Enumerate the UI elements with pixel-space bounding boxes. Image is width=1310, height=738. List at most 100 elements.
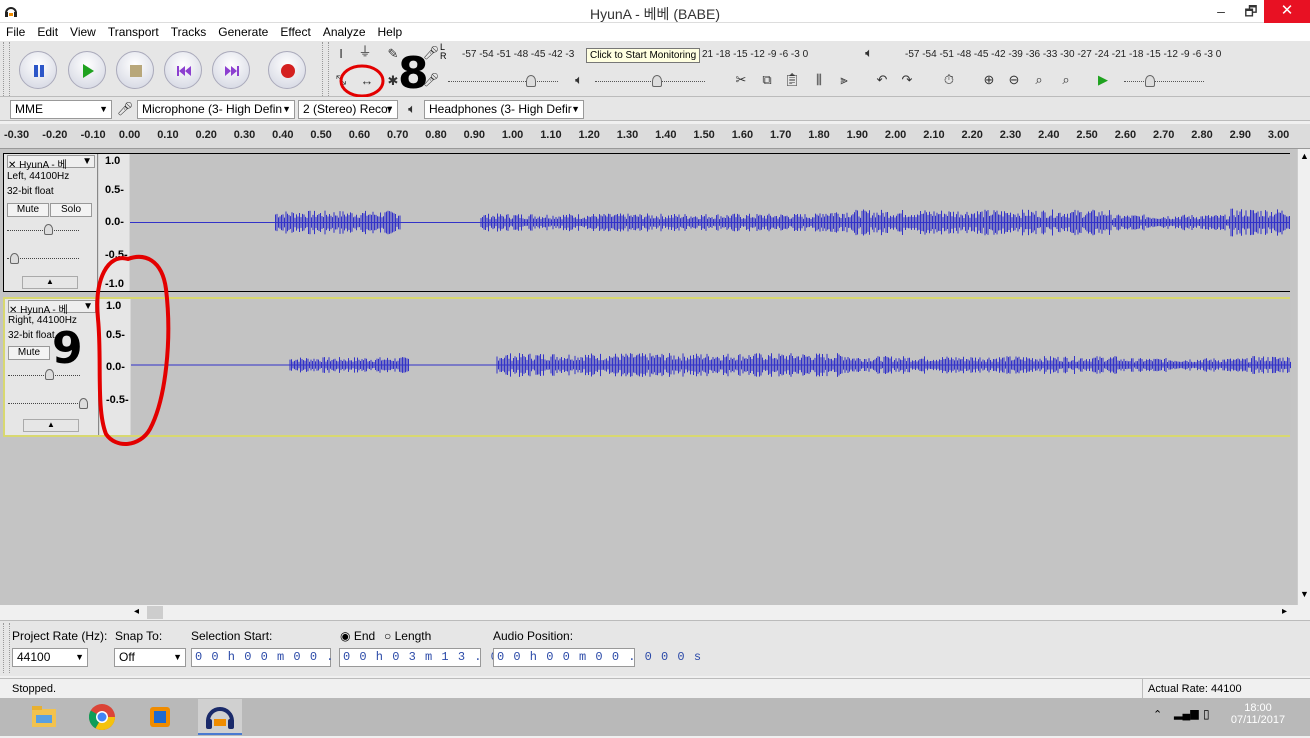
playback-volume-thumb[interactable] xyxy=(652,75,662,87)
maximize-button[interactable]: 🗗 xyxy=(1236,0,1266,23)
recording-device-select[interactable]: Microphone (3- High Defin ▼ xyxy=(137,100,295,119)
pan-slider[interactable] xyxy=(8,403,80,404)
selection-tool-icon[interactable]: I xyxy=(332,45,350,63)
play-meter-speaker-icon[interactable]: 🔈︎ xyxy=(860,44,878,62)
media-player-taskbar-button[interactable] xyxy=(138,699,182,735)
channels-select[interactable]: 2 (Stereo) Recor ▼ xyxy=(298,100,398,119)
track-name-button[interactable]: ✕ HyunA - 베 ▼ xyxy=(8,300,96,316)
record-button[interactable] xyxy=(268,51,306,89)
audacity-taskbar-button[interactable] xyxy=(198,699,242,735)
waveform-left[interactable] xyxy=(130,154,1290,291)
audio-position-field[interactable]: 0 0 h 0 0 m 0 0 . 0 0 0 s xyxy=(493,648,701,667)
playback-device-select[interactable]: Headphones (3- High Defir ▼ xyxy=(424,100,584,119)
trim-icon[interactable]: ⫼ xyxy=(810,71,828,89)
timeline-ruler[interactable]: -0.30 -0.20 -0.10 0.00 0.10 0.20 0.30 0.40 0.50 0… xyxy=(0,124,1310,149)
toolbar-grip[interactable] xyxy=(3,623,10,673)
collapse-track-button[interactable]: ▲ xyxy=(23,419,79,432)
scroll-up-icon[interactable]: ▲ xyxy=(1300,151,1309,161)
network-icon[interactable]: ▂▄▆ xyxy=(1174,707,1199,720)
recording-volume-slider[interactable] xyxy=(448,81,558,82)
track-name-button[interactable]: ✕ HyunA - 베 ▼ xyxy=(7,155,95,171)
chrome-taskbar-button[interactable] xyxy=(80,699,124,735)
collapse-track-button[interactable]: ▲ xyxy=(22,276,78,289)
end-radio[interactable]: ◉ End xyxy=(340,629,375,643)
fit-selection-icon[interactable]: ⌕ xyxy=(1030,71,1048,89)
menu-file[interactable]: File xyxy=(0,23,31,39)
menu-help[interactable]: Help xyxy=(372,23,409,39)
scroll-thumb[interactable] xyxy=(147,606,163,619)
folder-icon xyxy=(32,706,56,727)
track-left[interactable]: ✕ HyunA - 베 ▼ Left, 44100Hz 32-bit float … xyxy=(3,153,1290,292)
gain-slider[interactable] xyxy=(7,230,79,231)
selection-start-field[interactable]: 0 0 h 0 0 m 0 0 . 0 0 0 s xyxy=(191,648,399,667)
stop-button[interactable] xyxy=(116,51,154,89)
menu-effect[interactable]: Effect xyxy=(274,23,316,39)
chevron-down-icon: ▼ xyxy=(282,104,291,114)
tools-grip[interactable] xyxy=(322,42,329,96)
menu-tracks[interactable]: Tracks xyxy=(165,23,213,39)
file-explorer-taskbar-button[interactable] xyxy=(22,699,66,735)
undo-icon[interactable]: ↶ xyxy=(873,71,891,89)
menu-edit[interactable]: Edit xyxy=(31,23,64,39)
close-track-icon[interactable]: ✕ xyxy=(8,160,16,171)
record-meter-scale[interactable]: -57 -54 -51 -48 -45 -42 -3 xyxy=(462,49,574,60)
pan-thumb[interactable] xyxy=(10,253,19,264)
menu-analyze[interactable]: Analyze xyxy=(317,23,372,39)
tray-chevron-icon[interactable]: ⌃ xyxy=(1153,708,1162,721)
minimize-button[interactable]: – xyxy=(1206,0,1236,23)
gain-thumb[interactable] xyxy=(44,224,53,235)
pan-thumb[interactable] xyxy=(79,398,88,409)
ruler-tick: 1.40 xyxy=(655,129,677,141)
playback-device-value: Headphones (3- High Defir xyxy=(429,102,572,116)
waveform-right[interactable] xyxy=(131,299,1291,435)
gain-slider[interactable] xyxy=(8,375,80,376)
silence-icon[interactable]: ⫸ xyxy=(835,71,853,89)
record-meter-scale-tail[interactable]: 21 -18 -15 -12 -9 -6 -3 0 xyxy=(702,49,808,60)
redo-icon[interactable]: ↷ xyxy=(898,71,916,89)
menu-view[interactable]: View xyxy=(64,23,102,39)
pause-button[interactable] xyxy=(19,51,57,89)
taskbar-clock[interactable]: 18:00 07/11/2017 xyxy=(1228,702,1288,726)
horizontal-scrollbar[interactable]: ◂ ▸ xyxy=(0,605,1297,620)
scroll-right-icon[interactable]: ▸ xyxy=(1282,606,1287,617)
close-button[interactable]: ✕ xyxy=(1264,0,1310,23)
mute-button[interactable]: Mute xyxy=(8,346,50,360)
selection-end-field[interactable]: 0 0 h 0 3 m 1 3 . 0 8 0 s xyxy=(339,648,547,667)
copy-icon[interactable]: ⧉ xyxy=(758,71,776,89)
envelope-tool-icon[interactable]: ⏚ xyxy=(356,43,374,61)
snap-to-select[interactable]: Off ▼ xyxy=(114,648,186,667)
audio-host-select[interactable]: MME ▼ xyxy=(10,100,112,119)
recording-volume-thumb[interactable] xyxy=(526,75,536,87)
scroll-left-icon[interactable]: ◂ xyxy=(134,606,139,617)
solo-button[interactable]: Solo xyxy=(50,203,92,217)
chevron-down-icon: ▼ xyxy=(99,104,108,114)
scroll-down-icon[interactable]: ▼ xyxy=(1300,589,1309,599)
paste-icon[interactable]: 📋︎ xyxy=(783,71,801,89)
ruler-tick: 1.10 xyxy=(540,129,562,141)
menu-bar: File Edit View Transport Tracks Generate Effec… xyxy=(0,23,1310,41)
track-menu-chevron-icon[interactable]: ▼ xyxy=(82,156,92,167)
menu-generate[interactable]: Generate xyxy=(212,23,274,39)
length-radio[interactable]: ○ Length xyxy=(384,629,431,643)
play-speed-slider[interactable] xyxy=(1124,81,1204,82)
track-right[interactable]: ✕ HyunA - 베 ▼ Right, 44100Hz 32-bit float… xyxy=(3,297,1291,437)
cut-icon[interactable]: ✂ xyxy=(732,71,750,89)
play-meter-scale[interactable]: -57 -54 -51 -48 -45 -42 -39 -36 -33 -30 … xyxy=(905,49,1221,60)
status-bar: Stopped. Actual Rate: 44100 xyxy=(0,678,1310,698)
play-speed-thumb[interactable] xyxy=(1145,75,1155,87)
play-button[interactable] xyxy=(68,51,106,89)
vertical-scrollbar[interactable]: ▲ ▼ xyxy=(1297,149,1310,605)
zoom-in-icon[interactable]: ⊕ xyxy=(980,71,998,89)
battery-icon[interactable]: ▯ xyxy=(1203,707,1210,721)
mute-button[interactable]: Mute xyxy=(7,203,49,217)
fit-project-icon[interactable]: ⌕ xyxy=(1057,71,1075,89)
playback-volume-slider[interactable] xyxy=(595,81,705,82)
skip-end-button[interactable] xyxy=(212,51,250,89)
play-at-speed-icon[interactable]: ▶ xyxy=(1094,71,1112,89)
sync-lock-icon[interactable]: ⏱ xyxy=(940,71,958,89)
zoom-out-icon[interactable]: ⊖ xyxy=(1005,71,1023,89)
project-rate-select[interactable]: 44100 ▼ xyxy=(12,648,88,667)
menu-transport[interactable]: Transport xyxy=(102,23,165,39)
skip-start-button[interactable] xyxy=(164,51,202,89)
toolbar-grip[interactable] xyxy=(3,42,10,96)
